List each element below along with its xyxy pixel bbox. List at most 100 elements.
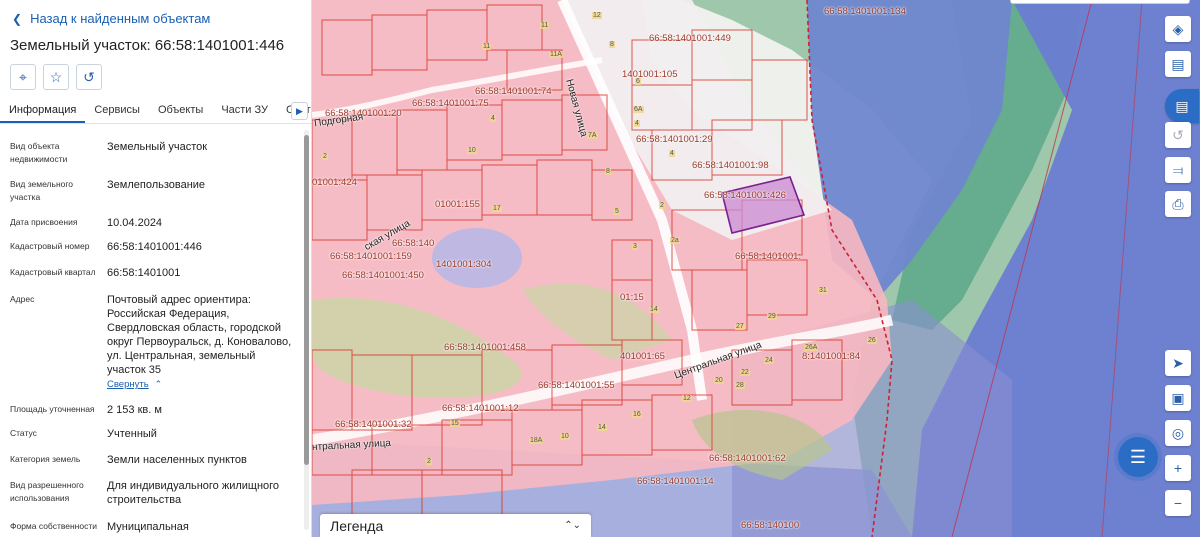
attr-label: Статус xyxy=(10,428,37,438)
map-mode-button[interactable]: ▤ xyxy=(1165,89,1199,123)
chat-button[interactable]: ☰ xyxy=(1118,437,1158,477)
print-button[interactable]: ⎙ xyxy=(1165,191,1191,217)
parcel-label: 66:58:1401001:75 xyxy=(412,98,489,109)
tab-information[interactable]: Информация xyxy=(0,98,86,123)
house-number: 18А xyxy=(529,437,544,444)
locate-icon: ➤ xyxy=(1172,354,1184,371)
parcel-label: 66:58:1401001:134 xyxy=(824,6,906,17)
legend-bar[interactable]: Легенда ⌃⌄ xyxy=(320,514,591,537)
house-number: 15 xyxy=(450,420,460,427)
zoom-out-icon: − xyxy=(1173,495,1183,511)
attr-label: Адрес xyxy=(10,294,35,304)
attr-value: Муниципальная xyxy=(107,521,189,533)
layers-icon: ◈ xyxy=(1172,20,1184,37)
house-number: 5 xyxy=(614,208,620,215)
house-number: 27 xyxy=(735,323,745,330)
parcel-label: 66:58:1401001:62 xyxy=(709,453,786,464)
parcel-label: 66:58:1401001: xyxy=(735,251,802,262)
chevron-up-icon: ⌃ xyxy=(154,379,163,389)
attr-label: Вид земельного участка xyxy=(10,179,74,202)
pano-icon: ▣ xyxy=(1171,389,1185,406)
attr-label: Площадь уточненная xyxy=(10,404,95,414)
print-icon: ⎙ xyxy=(1172,195,1184,212)
attr-label: Дата присвоения xyxy=(10,217,78,227)
attr-value: Почтовый адрес ориентира: Российская Фед… xyxy=(107,294,292,376)
info-tabs: Информация Сервисы Объекты Части ЗУ Сост… xyxy=(0,98,311,124)
attr-label: Категория земель xyxy=(10,454,81,464)
ruler-button[interactable]: ▤ xyxy=(1165,51,1191,77)
scatter-locate-icon: ⌖ xyxy=(19,68,27,85)
zoom-in-icon: + xyxy=(1173,460,1183,476)
parcel-label: 1401001:105 xyxy=(622,69,678,80)
target-button[interactable]: ◎ xyxy=(1165,420,1191,446)
map-canvas[interactable]: 66:58:1401001:134 66:58:1401001:449 1401… xyxy=(312,0,1200,537)
parcel-label: 66:58:140 xyxy=(392,238,435,249)
house-number: 8 xyxy=(605,168,611,175)
parcel-label: 66:58:1401001:74 xyxy=(475,86,552,97)
ruler-icon: ▤ xyxy=(1171,55,1185,72)
attr-value: 66:58:1401001 xyxy=(107,267,181,279)
attr-label: Вид разрешенного использования xyxy=(10,480,84,503)
map-search-box[interactable] xyxy=(1010,0,1190,4)
attr-value: 2 153 кв. м xyxy=(107,404,162,416)
legend-label: Легенда xyxy=(330,517,384,534)
tab-parts[interactable]: Части ЗУ xyxy=(212,98,277,123)
parcel-label: 1401001:304 xyxy=(436,259,492,270)
layers-button[interactable]: ◈ xyxy=(1165,16,1191,42)
parcel-label: 66:58:1401001:32 xyxy=(335,419,412,430)
object-toolbar: ⌖ ☆ ↺ xyxy=(10,64,102,90)
house-number: 11 xyxy=(482,43,492,50)
history-map-button[interactable]: ↺ xyxy=(1165,122,1191,148)
house-number: 6А xyxy=(633,106,644,113)
parcel-label: 66:58:1401001:449 xyxy=(649,33,731,44)
collapse-link[interactable]: Свернуть xyxy=(107,379,149,390)
house-number: 4 xyxy=(490,115,496,122)
map-mode-icon: ▤ xyxy=(1175,97,1189,114)
pano-button[interactable]: ▣ xyxy=(1165,385,1191,411)
locate-button[interactable]: ➤ xyxy=(1165,350,1191,376)
attr-value: Земли населенных пунктов xyxy=(107,454,247,466)
tabs-next-button[interactable]: ▶ xyxy=(291,102,308,120)
house-number: 14 xyxy=(649,306,659,313)
favorite-button[interactable]: ☆ xyxy=(43,64,69,90)
parcel-label: 66:58:1401001:458 xyxy=(444,342,526,353)
parcel-label: 66:58:1401001:55 xyxy=(538,380,615,391)
parcel-label: 01001:424 xyxy=(312,177,357,188)
house-number: 22 xyxy=(740,369,750,376)
parcel-label: 66:58:1401001:29 xyxy=(636,134,713,145)
house-number: 10 xyxy=(467,147,477,154)
house-number: 20 xyxy=(714,377,724,384)
attr-value: Учтенный xyxy=(107,428,157,440)
tab-services[interactable]: Сервисы xyxy=(85,98,149,123)
back-link[interactable]: ❮ Назад к найденным объектам xyxy=(12,11,210,26)
history-button[interactable]: ↺ xyxy=(76,64,102,90)
parcel-label: 66:58:140100 xyxy=(741,520,800,531)
chevron-right-icon: ▶ xyxy=(296,105,303,116)
house-number: 16 xyxy=(632,411,642,418)
history-icon: ↺ xyxy=(1172,126,1184,143)
panel-scrollbar-thumb[interactable] xyxy=(304,135,309,465)
house-number: 12 xyxy=(682,395,692,402)
house-number: 31 xyxy=(818,287,828,294)
back-link-label: Назад к найденным объектам xyxy=(30,11,211,26)
share-button[interactable]: ⫤ xyxy=(1165,157,1191,183)
house-number: 24 xyxy=(764,357,774,364)
zoom-out-button[interactable]: − xyxy=(1165,490,1191,516)
zoom-in-button[interactable]: + xyxy=(1165,455,1191,481)
parcel-label: 66:58:1401001:12 xyxy=(442,403,519,414)
chevron-updown-icon: ⌃⌄ xyxy=(564,520,581,531)
attr-value: Землепользование xyxy=(107,179,206,191)
house-number: 2 xyxy=(426,458,432,465)
parcel-label: 01001:155 xyxy=(435,199,480,210)
parcel-label: 66:58:1401001:450 xyxy=(342,270,424,281)
page-title: Земельный участок: 66:58:1401001:446 xyxy=(10,37,285,54)
house-number: 26 xyxy=(867,337,877,344)
house-number: 8 xyxy=(609,41,615,48)
tab-objects[interactable]: Объекты xyxy=(149,98,212,123)
collapse-toggle[interactable]: Свернуть ⌃ xyxy=(107,379,162,390)
house-number: 2 xyxy=(659,202,665,209)
parcel-label: 66:58:1401001:98 xyxy=(692,160,769,171)
house-number: 11А xyxy=(549,51,563,58)
house-number: 4 xyxy=(669,150,675,157)
locate-on-map-button[interactable]: ⌖ xyxy=(10,64,36,90)
